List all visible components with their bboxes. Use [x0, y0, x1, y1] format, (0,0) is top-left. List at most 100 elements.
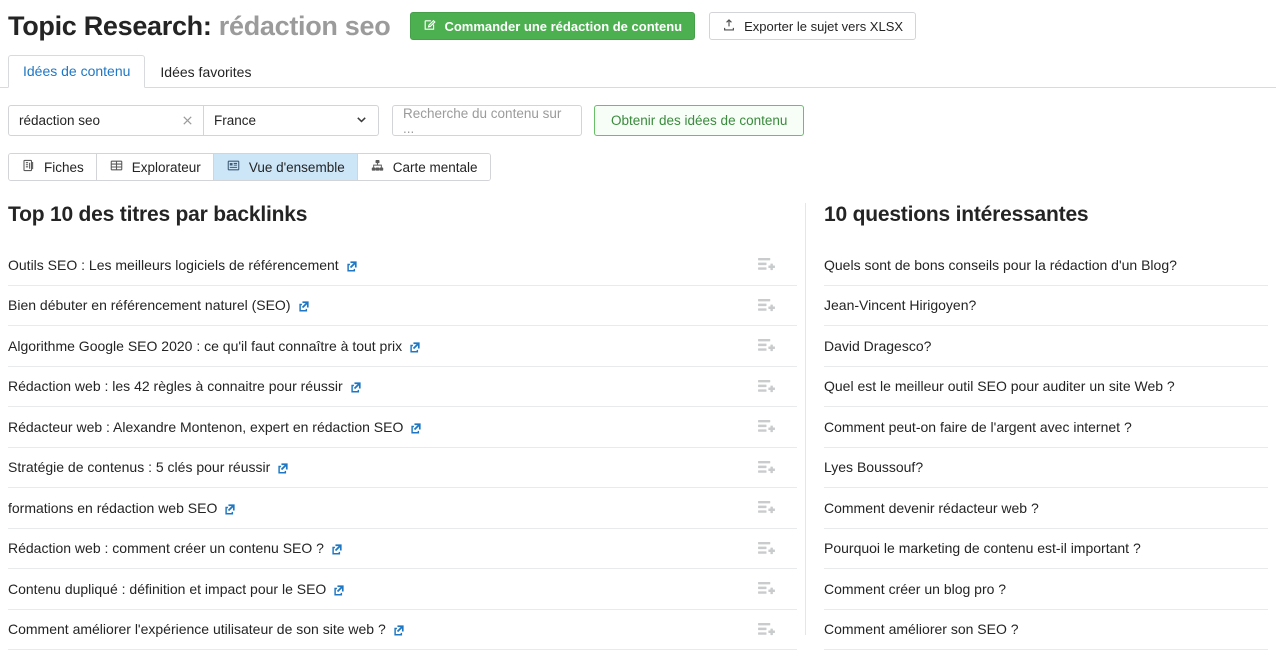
add-to-list-icon[interactable] — [755, 377, 777, 395]
list-item[interactable]: Outils SEO : Les meilleurs logiciels de … — [8, 245, 797, 286]
questions-panel: 10 questions intéressantes Quels sont de… — [805, 203, 1276, 650]
page-title-prefix: Topic Research: — [8, 10, 212, 41]
external-link-icon[interactable] — [333, 583, 345, 596]
keyword-input-value: rédaction seo — [19, 113, 101, 128]
get-ideas-label: Obtenir des idées de contenu — [611, 113, 788, 128]
list-item[interactable]: Quels sont de bons conseils pour la réda… — [824, 245, 1268, 286]
title-link[interactable]: formations en rédaction web SEO — [8, 500, 236, 516]
add-to-list-icon[interactable] — [755, 458, 777, 476]
domain-search-input[interactable]: Recherche du contenu sur ... — [392, 105, 582, 136]
question-label: Comment créer un blog pro ? — [824, 580, 1007, 597]
title-link[interactable]: Rédacteur web : Alexandre Montenon, expe… — [8, 419, 422, 435]
view-button-mindmap-label: Carte mentale — [392, 159, 478, 175]
domain-search-placeholder: Recherche du contenu sur ... — [403, 105, 562, 136]
external-link-icon[interactable] — [298, 299, 310, 312]
title-link[interactable]: Rédaction web : comment créer un contenu… — [8, 540, 343, 556]
external-link-icon[interactable] — [350, 380, 362, 393]
list-item[interactable]: Pourquoi le marketing de contenu est-il … — [824, 529, 1268, 569]
list-item[interactable]: Comment créer un blog pro ? — [824, 569, 1268, 610]
add-to-list-icon[interactable] — [755, 418, 777, 436]
tab-content-ideas[interactable]: Idées de contenu — [8, 55, 146, 88]
view-button-cards-label: Fiches — [44, 159, 84, 175]
mindmap-icon — [370, 158, 385, 176]
title-link[interactable]: Algorithme Google SEO 2020 : ce qu'il fa… — [8, 338, 421, 354]
list-item[interactable]: Comment peut-on faire de l'argent avec i… — [824, 407, 1268, 448]
order-content-button[interactable]: Commander une rédaction de contenu — [410, 12, 696, 40]
add-to-list-icon[interactable] — [755, 499, 777, 517]
list-item[interactable]: Quel est le meilleur outil SEO pour audi… — [824, 367, 1268, 407]
table-icon — [109, 158, 124, 176]
question-label: David Dragesco? — [824, 337, 932, 354]
view-button-overview[interactable]: Vue d'ensemble — [213, 154, 358, 180]
add-to-list-icon[interactable] — [755, 296, 777, 314]
question-label: Jean-Vincent Hirigoyen? — [824, 297, 977, 314]
view-button-overview-label: Vue d'ensemble — [248, 159, 345, 175]
title-link[interactable]: Comment améliorer l'expérience utilisate… — [8, 621, 405, 637]
title-link[interactable]: Bien débuter en référencement naturel (S… — [8, 297, 310, 313]
question-label: Quel est le meilleur outil SEO pour audi… — [824, 378, 1175, 395]
add-to-list-icon[interactable] — [755, 337, 777, 355]
top-titles-heading: Top 10 des titres par backlinks — [8, 203, 308, 226]
external-link-icon[interactable] — [224, 502, 236, 515]
external-link-icon[interactable] — [331, 542, 343, 555]
list-item[interactable]: Bien débuter en référencement naturel (S… — [8, 286, 797, 326]
view-button-mindmap[interactable]: Carte mentale — [357, 154, 490, 180]
get-ideas-button[interactable]: Obtenir des idées de contenu — [594, 105, 805, 136]
list-item-label: Rédaction web : les 42 règles à connaitr… — [8, 378, 343, 395]
external-link-icon[interactable] — [409, 340, 421, 353]
cards-icon — [21, 158, 36, 176]
list-item[interactable]: Comment améliorer l'expérience utilisate… — [8, 610, 797, 650]
external-link-icon[interactable] — [277, 461, 289, 474]
list-item[interactable]: Algorithme Google SEO 2020 : ce qu'il fa… — [8, 326, 797, 367]
view-button-explorer[interactable]: Explorateur — [96, 154, 214, 180]
list-item-label: formations en rédaction web SEO — [8, 499, 218, 516]
page-title: Topic Research: rédaction seo — [8, 10, 391, 42]
keyword-input[interactable]: rédaction seo — [8, 105, 204, 136]
title-link[interactable]: Contenu dupliqué : définition et impact … — [8, 581, 345, 597]
question-label: Comment améliorer son SEO ? — [824, 621, 1019, 638]
top-titles-panel: Top 10 des titres par backlinks Outils S… — [0, 203, 805, 650]
list-item-label: Bien débuter en référencement naturel (S… — [8, 297, 291, 314]
external-link-icon[interactable] — [393, 623, 405, 636]
close-icon[interactable] — [179, 113, 195, 129]
list-item[interactable]: Rédaction web : comment créer un contenu… — [8, 529, 797, 569]
upload-icon — [722, 18, 736, 35]
list-item[interactable]: David Dragesco? — [824, 326, 1268, 367]
tab-content-ideas-label: Idées de contenu — [23, 63, 131, 79]
compose-icon — [423, 18, 437, 35]
list-item-label: Algorithme Google SEO 2020 : ce qu'il fa… — [8, 337, 403, 354]
list-item-label: Rédaction web : comment créer un contenu… — [8, 540, 324, 557]
list-item[interactable]: Rédacteur web : Alexandre Montenon, expe… — [8, 407, 797, 448]
title-link[interactable]: Stratégie de contenus : 5 clés pour réus… — [8, 459, 289, 475]
external-link-icon[interactable] — [346, 259, 358, 272]
list-item[interactable]: Rédaction web : les 42 règles à connaitr… — [8, 367, 797, 407]
list-item[interactable]: Comment améliorer son SEO ? — [824, 610, 1268, 650]
view-button-cards[interactable]: Fiches — [9, 154, 97, 180]
tab-bar: Idées de contenu Idées favorites — [0, 55, 1276, 88]
question-label: Lyes Boussouf? — [824, 459, 924, 476]
order-content-label: Commander une rédaction de contenu — [444, 18, 683, 34]
title-link[interactable]: Outils SEO : Les meilleurs logiciels de … — [8, 257, 358, 273]
tab-favorite-ideas-label: Idées favorites — [160, 64, 252, 80]
list-item[interactable]: Comment devenir rédacteur web ? — [824, 488, 1268, 529]
country-select[interactable]: France — [204, 105, 379, 136]
list-item[interactable]: formations en rédaction web SEO — [8, 488, 797, 529]
question-label: Quels sont de bons conseils pour la réda… — [824, 256, 1177, 273]
add-to-list-icon[interactable] — [755, 580, 777, 598]
list-item[interactable]: Contenu dupliqué : définition et impact … — [8, 569, 797, 610]
search-controls: rédaction seo France Recherche du conten… — [0, 88, 1276, 136]
list-item[interactable]: Jean-Vincent Hirigoyen? — [824, 286, 1268, 326]
list-item-label: Comment améliorer l'expérience utilisate… — [8, 621, 386, 638]
export-xlsx-button[interactable]: Exporter le sujet vers XLSX — [709, 12, 917, 40]
add-to-list-icon[interactable] — [755, 256, 777, 274]
list-item[interactable]: Stratégie de contenus : 5 clés pour réus… — [8, 448, 797, 488]
external-link-icon[interactable] — [410, 421, 422, 434]
results-columns: Top 10 des titres par backlinks Outils S… — [0, 203, 1276, 650]
add-to-list-icon[interactable] — [755, 539, 777, 557]
tab-favorite-ideas[interactable]: Idées favorites — [145, 56, 266, 88]
list-item[interactable]: Lyes Boussouf? — [824, 448, 1268, 488]
top-titles-list: Outils SEO : Les meilleurs logiciels de … — [8, 245, 797, 650]
add-to-list-icon[interactable] — [755, 620, 777, 638]
title-link[interactable]: Rédaction web : les 42 règles à connaitr… — [8, 378, 362, 394]
questions-heading: 10 questions intéressantes — [824, 203, 1089, 226]
